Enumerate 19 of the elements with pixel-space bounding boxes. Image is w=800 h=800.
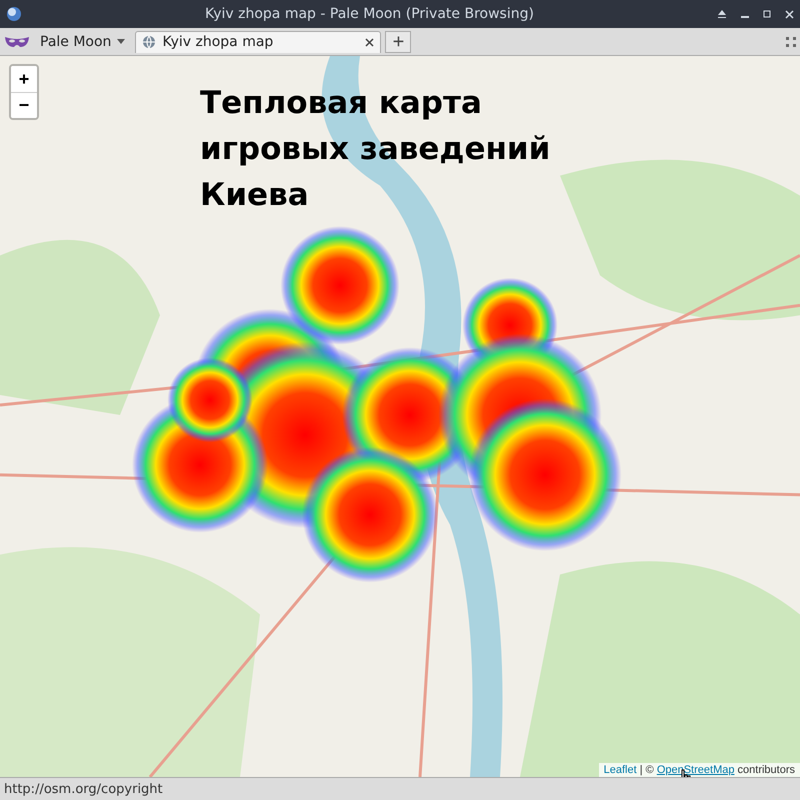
grid-icon[interactable] <box>786 36 796 46</box>
map-title: Тепловая карта игровых заведений Киева <box>200 84 552 215</box>
browser-tab[interactable]: Kyiv zhopa map <box>135 30 382 52</box>
caret-icon <box>117 39 126 44</box>
maximize-icon[interactable] <box>763 10 771 18</box>
app-menu-button[interactable]: Pale Moon <box>34 34 132 50</box>
zoom-out-button[interactable]: − <box>11 92 37 118</box>
attribution-link[interactable]: OpenStreetMap <box>656 764 734 776</box>
new-tab-button[interactable]: + <box>385 30 412 52</box>
attribution-link[interactable]: Leaflet <box>604 764 637 776</box>
mask-icon[interactable] <box>4 34 30 48</box>
globe-icon <box>142 35 156 49</box>
attribution-text: Leaflet | © OpenStreetMap contributors <box>598 763 800 777</box>
eject-icon[interactable] <box>717 9 727 19</box>
close-icon[interactable] <box>365 38 374 46</box>
window-title: Kyiv zhopa map - Pale Moon (Private Browsing) <box>204 6 535 22</box>
status-url: http://osm.org/copyright <box>4 782 163 796</box>
zoom-in-button[interactable]: + <box>11 66 37 92</box>
app-icon <box>6 6 22 22</box>
